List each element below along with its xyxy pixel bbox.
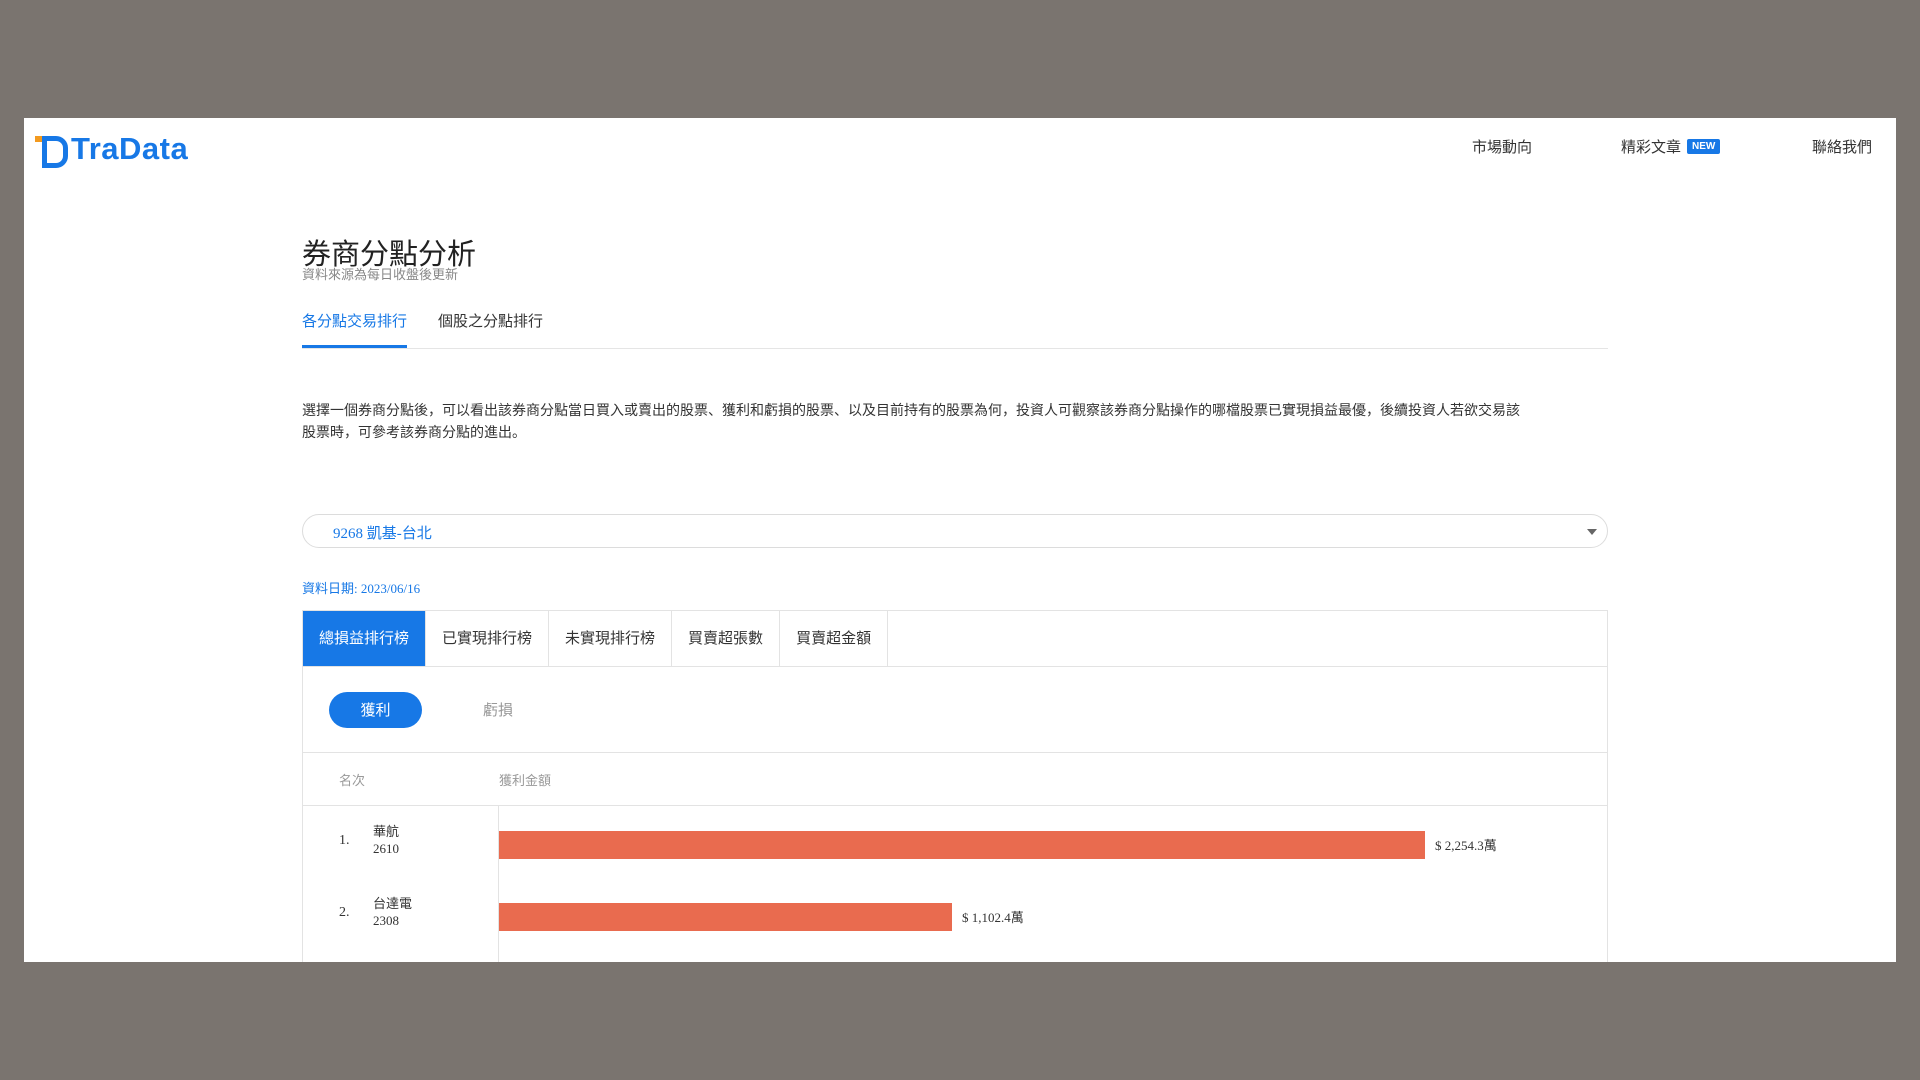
ranking-panel: 總損益排行榜 已實現排行榜 未實現排行榜 買賣超張數 買賣超金額 獲利 虧損 名… xyxy=(302,610,1608,962)
profit-loss-toggle: 獲利 虧損 xyxy=(303,666,1607,753)
row-stock-code: 2308 xyxy=(373,913,399,928)
row-rank: 1. xyxy=(339,833,350,848)
profit-pill[interactable]: 獲利 xyxy=(329,692,422,728)
tab-net-buy-sell-amount[interactable]: 買賣超金額 xyxy=(780,611,889,666)
profit-bar xyxy=(499,903,952,931)
row-stock-code: 2610 xyxy=(373,841,399,856)
broker-select[interactable]: 9268 凱基-台北 xyxy=(302,514,1608,548)
app-window: TraData 市場動向 精彩文章 NEW 聯絡我們 券商分點分析 資料來源為每… xyxy=(24,118,1896,962)
row-stock-name: 台達電 xyxy=(373,897,413,912)
tab-realized-ranking[interactable]: 已實現排行榜 xyxy=(426,611,550,666)
nav-articles-label: 精彩文章 xyxy=(1621,138,1682,156)
tab-stock-branch-ranking[interactable]: 個股之分點排行 xyxy=(438,310,543,345)
nav-contact-us[interactable]: 聯絡我們 xyxy=(1812,136,1872,157)
profit-bar xyxy=(499,831,1425,859)
data-date: 資料日期: 2023/06/16 xyxy=(302,581,421,596)
tab-total-pl-ranking[interactable]: 總損益排行榜 xyxy=(303,611,427,666)
col-amount-header: 獲利金額 xyxy=(499,774,552,789)
tab-branch-ranking[interactable]: 各分點交易排行 xyxy=(302,310,408,348)
col-rank-header: 名次 xyxy=(339,774,366,789)
table-row[interactable]: 1. 華航 2610 $ 2,254.3萬 xyxy=(303,805,1607,875)
nav-articles[interactable]: 精彩文章 NEW xyxy=(1621,136,1721,157)
table-row[interactable]: 2. 台達電 2308 $ 1,102.4萬 xyxy=(303,879,1607,949)
table-header: 名次 獲利金額 xyxy=(303,752,1607,806)
profit-bar-label: $ 2,254.3萬 xyxy=(1435,838,1497,853)
description-line-1: 選擇一個券商分點後，可以看出該券商分點當日買入或賣出的股票、獲利和虧損的股票、以… xyxy=(302,403,1520,419)
broker-select-value: 9268 凱基-台北 xyxy=(333,526,432,542)
row-stock-name: 華航 xyxy=(373,825,400,840)
ranking-tabs: 總損益排行榜 已實現排行榜 未實現排行榜 買賣超張數 買賣超金額 xyxy=(303,611,1607,667)
nav-market-trends[interactable]: 市場動向 xyxy=(1472,136,1532,157)
page-subtitle: 資料來源為每日收盤後更新 xyxy=(302,268,459,283)
page-description: 選擇一個券商分點後，可以看出該券商分點當日買入或賣出的股票、獲利和虧損的股票、以… xyxy=(302,400,1608,444)
logo-text: TraData xyxy=(71,131,189,166)
loss-pill[interactable]: 虧損 xyxy=(483,692,513,728)
logo-mark-icon xyxy=(35,134,69,168)
caret-down-icon xyxy=(1587,529,1597,535)
tab-unrealized-ranking[interactable]: 未實現排行榜 xyxy=(549,611,673,666)
section-tabs: 各分點交易排行 個股之分點排行 xyxy=(302,304,1608,349)
description-line-2: 股票時，可參考該券商分點的進出。 xyxy=(302,425,526,441)
ranking-rows: 1. 華航 2610 $ 2,254.3萬 2. 台達電 2308 $ 1,10… xyxy=(303,805,1607,962)
row-rank: 2. xyxy=(339,905,350,920)
tradata-logo[interactable]: TraData xyxy=(35,131,189,168)
new-badge: NEW xyxy=(1687,139,1721,154)
profit-bar-label: $ 1,102.4萬 xyxy=(962,910,1024,925)
tab-net-buy-sell-shares[interactable]: 買賣超張數 xyxy=(672,611,781,666)
